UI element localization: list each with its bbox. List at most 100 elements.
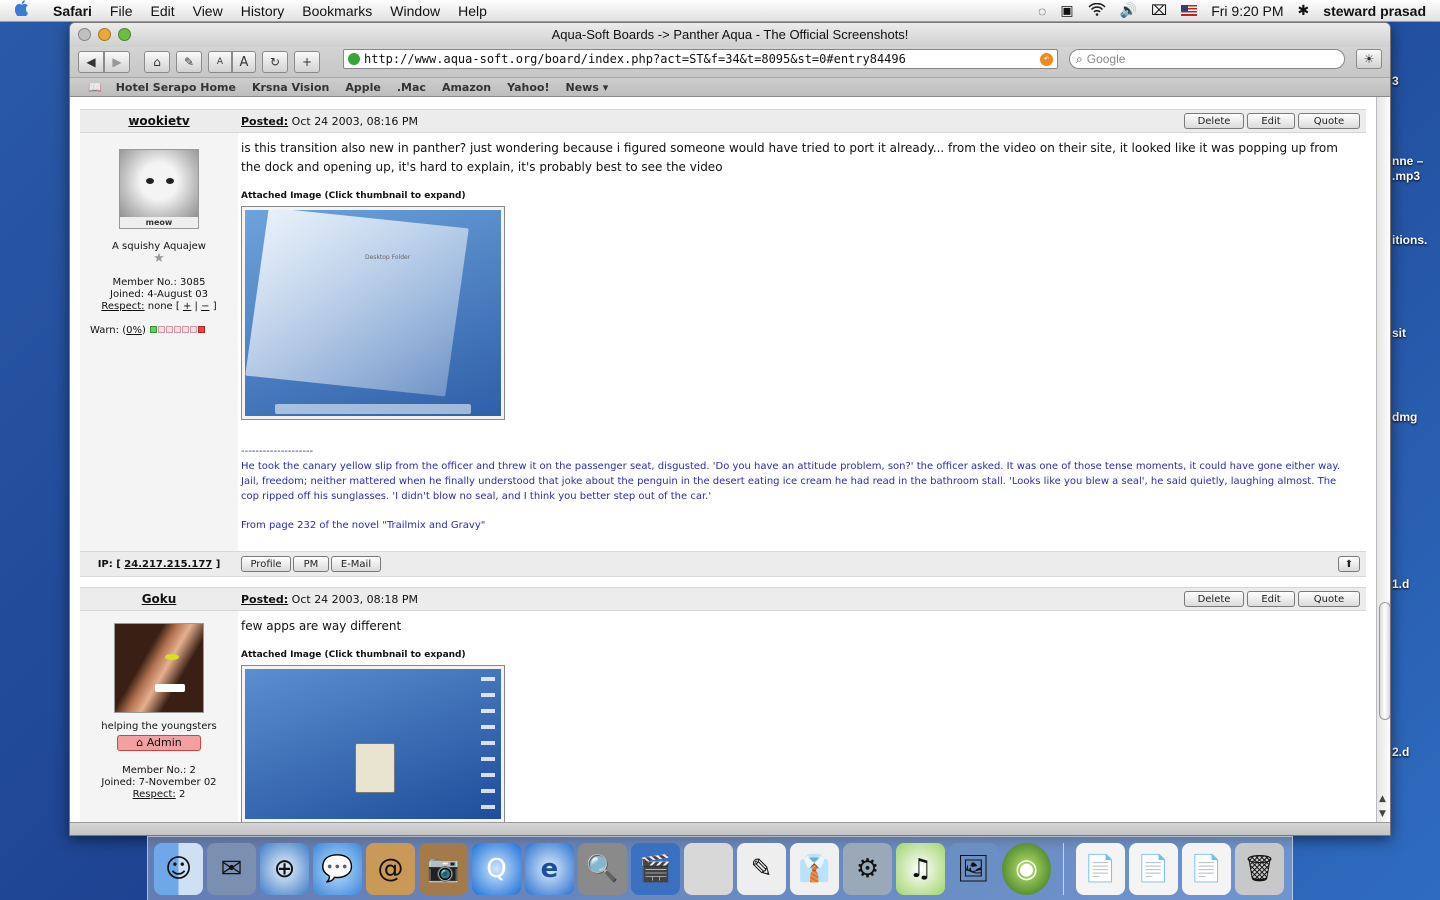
forward-button[interactable]: ▶: [104, 51, 130, 73]
edit-button[interactable]: Edit: [1247, 113, 1295, 129]
bug-report-button[interactable]: ☀: [1356, 49, 1382, 69]
iphoto-icon[interactable]: 📷: [419, 842, 468, 895]
desktop-item-label[interactable]: sit: [1392, 326, 1406, 341]
warn-level-link[interactable]: 0%: [126, 325, 142, 336]
imovie-icon[interactable]: 🎬: [631, 842, 680, 895]
google-search-field[interactable]: ⌕ Google: [1069, 49, 1345, 69]
add-bookmark-button[interactable]: +: [294, 51, 320, 73]
bookmarks-book-icon[interactable]: 📖: [88, 81, 102, 94]
email-button[interactable]: E-Mail: [331, 556, 381, 572]
bookmark-news-menu[interactable]: News ▾: [565, 81, 608, 94]
avatar: meow: [119, 149, 199, 229]
edit-button[interactable]: Edit: [1247, 591, 1295, 607]
menu-view[interactable]: View: [184, 3, 232, 19]
tuxedo-icon[interactable]: 👔: [790, 842, 839, 895]
posted-label[interactable]: Posted:: [241, 593, 288, 606]
finder-icon[interactable]: ☺: [154, 842, 203, 895]
ip-link[interactable]: 24.217.215.177: [124, 559, 212, 570]
quote-button[interactable]: Quote: [1298, 113, 1360, 129]
desktop-item-label[interactable]: 3: [1392, 74, 1399, 89]
address-book-icon[interactable]: @: [366, 842, 415, 895]
text-smaller-button[interactable]: A: [208, 51, 232, 73]
ipod-icon[interactable]: ◉: [1002, 842, 1051, 895]
quicktime-icon[interactable]: Q: [472, 842, 521, 895]
clock[interactable]: Fri 9:20 PM: [1211, 3, 1283, 19]
menu-window[interactable]: Window: [381, 3, 449, 19]
back-button[interactable]: ◀: [78, 51, 104, 73]
volume-icon[interactable]: 🔊: [1120, 2, 1137, 19]
safari-icon[interactable]: ⊕: [260, 842, 309, 895]
menu-file[interactable]: File: [101, 3, 142, 19]
menu-app-safari[interactable]: Safari: [44, 3, 101, 19]
dock-document-icon[interactable]: 📄: [1076, 842, 1125, 895]
user-menu[interactable]: steward prasad: [1323, 3, 1426, 19]
profile-button[interactable]: Profile: [241, 556, 291, 572]
dock-document-icon[interactable]: 📄: [1182, 842, 1231, 895]
flag-icon[interactable]: [1181, 5, 1198, 16]
preview-icon[interactable]: 🖼: [949, 842, 998, 895]
attachment-thumbnail[interactable]: [241, 665, 505, 822]
warn-increase-icon[interactable]: [198, 326, 206, 333]
dock-document-icon[interactable]: 📄: [1129, 842, 1178, 895]
joined-date: Joined: 7-November 02: [101, 777, 217, 788]
system-prefs-icon[interactable]: [684, 842, 733, 895]
edit-bookmarks-button[interactable]: ✎: [176, 51, 202, 73]
apple-menu-icon[interactable]: [0, 0, 44, 21]
reload-button[interactable]: ↻: [262, 51, 288, 73]
scroll-up-arrow-icon[interactable]: ▲: [1379, 794, 1386, 804]
menu-edit[interactable]: Edit: [141, 3, 183, 19]
post-author-link[interactable]: wookietv: [80, 114, 238, 128]
display-icon[interactable]: ▣: [1060, 2, 1073, 19]
bookmark-apple[interactable]: Apple: [345, 81, 381, 94]
respect-minus-link[interactable]: −: [201, 301, 209, 312]
warn-decrease-icon[interactable]: [150, 326, 158, 333]
textedit-icon[interactable]: ✎: [737, 842, 786, 895]
sherlock-icon[interactable]: 🔍: [578, 842, 627, 895]
bookmark-dotmac[interactable]: .Mac: [397, 81, 426, 94]
itunes-icon[interactable]: ♫: [896, 842, 945, 895]
desktop-item-label[interactable]: 2.d: [1392, 745, 1409, 760]
desktop-item-label[interactable]: 1.d: [1392, 577, 1409, 592]
menu-help[interactable]: Help: [449, 3, 496, 19]
desktop-item-label[interactable]: itions.: [1392, 233, 1427, 248]
posted-label[interactable]: Posted:: [241, 115, 288, 128]
vertical-scrollbar[interactable]: ▲ ▼: [1376, 97, 1390, 822]
bookmark-yahoo[interactable]: Yahoo!: [507, 81, 549, 94]
post-author-link[interactable]: Goku: [80, 592, 238, 606]
attachment-thumbnail[interactable]: Desktop Folder: [241, 206, 505, 420]
trash-icon[interactable]: 🗑: [1235, 842, 1284, 895]
window-titlebar[interactable]: Aqua-Soft Boards -> Panther Aqua - The O…: [70, 23, 1390, 47]
home-button[interactable]: ⌂: [144, 51, 170, 73]
network-icon[interactable]: ⚙: [843, 842, 892, 895]
scroll-top-button[interactable]: ⬆: [1338, 556, 1360, 572]
bookmark-krsna-vision[interactable]: Krsna Vision: [252, 81, 329, 94]
bluetooth-icon[interactable]: ✱: [1298, 2, 1310, 19]
respect-label[interactable]: Respect:: [133, 789, 176, 800]
user-sidebar: helping the youngsters ⌂ Admin Member No…: [80, 611, 238, 822]
desktop-item-label[interactable]: dmg: [1392, 410, 1417, 425]
snapback-icon[interactable]: ↶: [1040, 52, 1053, 66]
quote-button[interactable]: Quote: [1298, 591, 1360, 607]
respect-plus-link[interactable]: +: [183, 301, 191, 312]
bookmark-amazon[interactable]: Amazon: [442, 81, 491, 94]
desktop-item-label[interactable]: nne – .mp3: [1392, 154, 1423, 184]
pm-button[interactable]: PM: [293, 556, 329, 572]
mail-icon[interactable]: ✉: [207, 842, 256, 895]
battery-icon[interactable]: ⌧: [1151, 2, 1167, 19]
ichat-icon[interactable]: 💬: [313, 842, 362, 895]
menu-bookmarks[interactable]: Bookmarks: [293, 3, 381, 19]
sync-icon[interactable]: ◌: [1038, 3, 1046, 19]
text-bigger-button[interactable]: A: [232, 51, 256, 73]
delete-button[interactable]: Delete: [1184, 113, 1244, 129]
scrollbar-thumb[interactable]: [1379, 602, 1390, 720]
bookmark-hotel-serapo[interactable]: Hotel Serapo Home: [116, 81, 236, 94]
address-field[interactable]: http://www.aqua-soft.org/board/index.php…: [343, 49, 1058, 69]
address-text[interactable]: http://www.aqua-soft.org/board/index.php…: [364, 52, 906, 66]
attachment-label: Attached Image (Click thumbnail to expan…: [241, 650, 466, 660]
delete-button[interactable]: Delete: [1184, 591, 1244, 607]
scroll-down-arrow-icon[interactable]: ▼: [1379, 809, 1386, 819]
menu-history[interactable]: History: [232, 3, 294, 19]
respect-label[interactable]: Respect:: [101, 301, 144, 312]
wifi-icon[interactable]: [1088, 2, 1106, 19]
internet-explorer-icon[interactable]: e: [525, 842, 574, 895]
